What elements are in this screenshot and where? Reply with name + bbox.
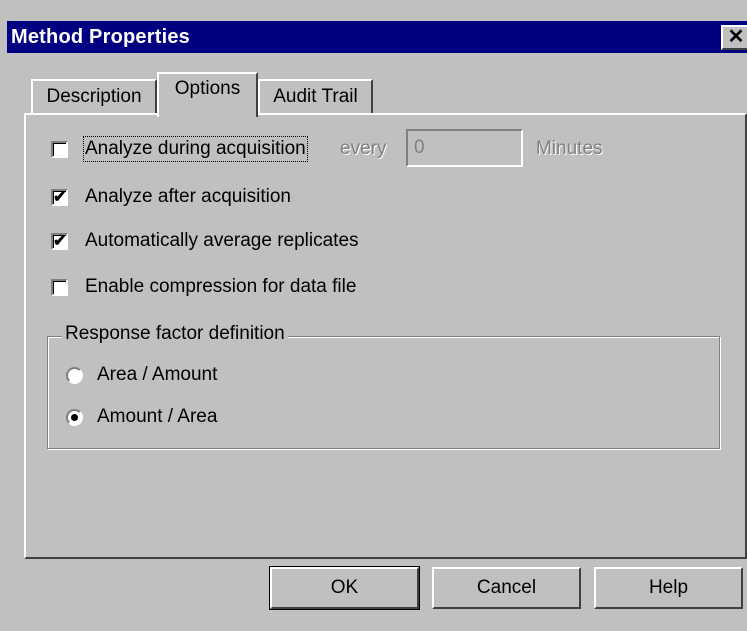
method-properties-dialog: Method Properties ✕ Description Options …: [0, 0, 747, 631]
window-title: Method Properties: [11, 26, 190, 48]
minutes-interval-value: 0: [414, 137, 425, 158]
tab-description-label: Description: [46, 86, 142, 107]
tab-options-label: Options: [174, 78, 241, 99]
tab-description[interactable]: Description: [31, 79, 157, 115]
average-replicates-checkbox[interactable]: ✔: [51, 233, 68, 250]
enable-compression-label[interactable]: Enable compression for data file: [85, 276, 356, 298]
tab-audit-trail[interactable]: Audit Trail: [258, 79, 373, 115]
close-button[interactable]: ✕: [721, 25, 747, 50]
analyze-after-checkbox[interactable]: ✔: [51, 189, 68, 206]
check-mark-icon: ✔: [53, 233, 67, 250]
area-amount-radio[interactable]: [66, 367, 83, 384]
average-replicates-label[interactable]: Automatically average replicates: [85, 230, 359, 252]
response-factor-groupbox: [47, 336, 720, 449]
check-mark-icon: ✔: [53, 189, 67, 206]
help-button-label: Help: [648, 577, 689, 598]
ok-button[interactable]: OK: [269, 566, 420, 610]
area-amount-label[interactable]: Area / Amount: [97, 364, 217, 386]
amount-area-radio[interactable]: [66, 409, 83, 426]
enable-compression-checkbox[interactable]: [51, 279, 68, 296]
minutes-label: Minutes: [536, 138, 603, 159]
amount-area-label[interactable]: Amount / Area: [97, 406, 217, 428]
help-button[interactable]: Help: [594, 567, 743, 609]
minutes-interval-input[interactable]: 0: [406, 129, 523, 167]
title-bar[interactable]: Method Properties ✕: [7, 21, 747, 53]
cancel-button-label: Cancel: [476, 577, 537, 598]
close-icon: ✕: [727, 26, 745, 48]
tab-options[interactable]: Options: [157, 72, 258, 117]
analyze-during-label[interactable]: Analyze during acquisition: [83, 136, 308, 162]
ok-button-label: OK: [330, 577, 359, 598]
response-factor-title: Response factor definition: [62, 323, 288, 345]
analyze-during-checkbox[interactable]: [51, 141, 68, 158]
every-label: every: [340, 138, 387, 159]
analyze-after-label[interactable]: Analyze after acquisition: [85, 186, 291, 208]
cancel-button[interactable]: Cancel: [432, 567, 581, 609]
tab-audit-trail-label: Audit Trail: [273, 86, 358, 107]
radio-selected-dot-icon: [71, 414, 78, 421]
